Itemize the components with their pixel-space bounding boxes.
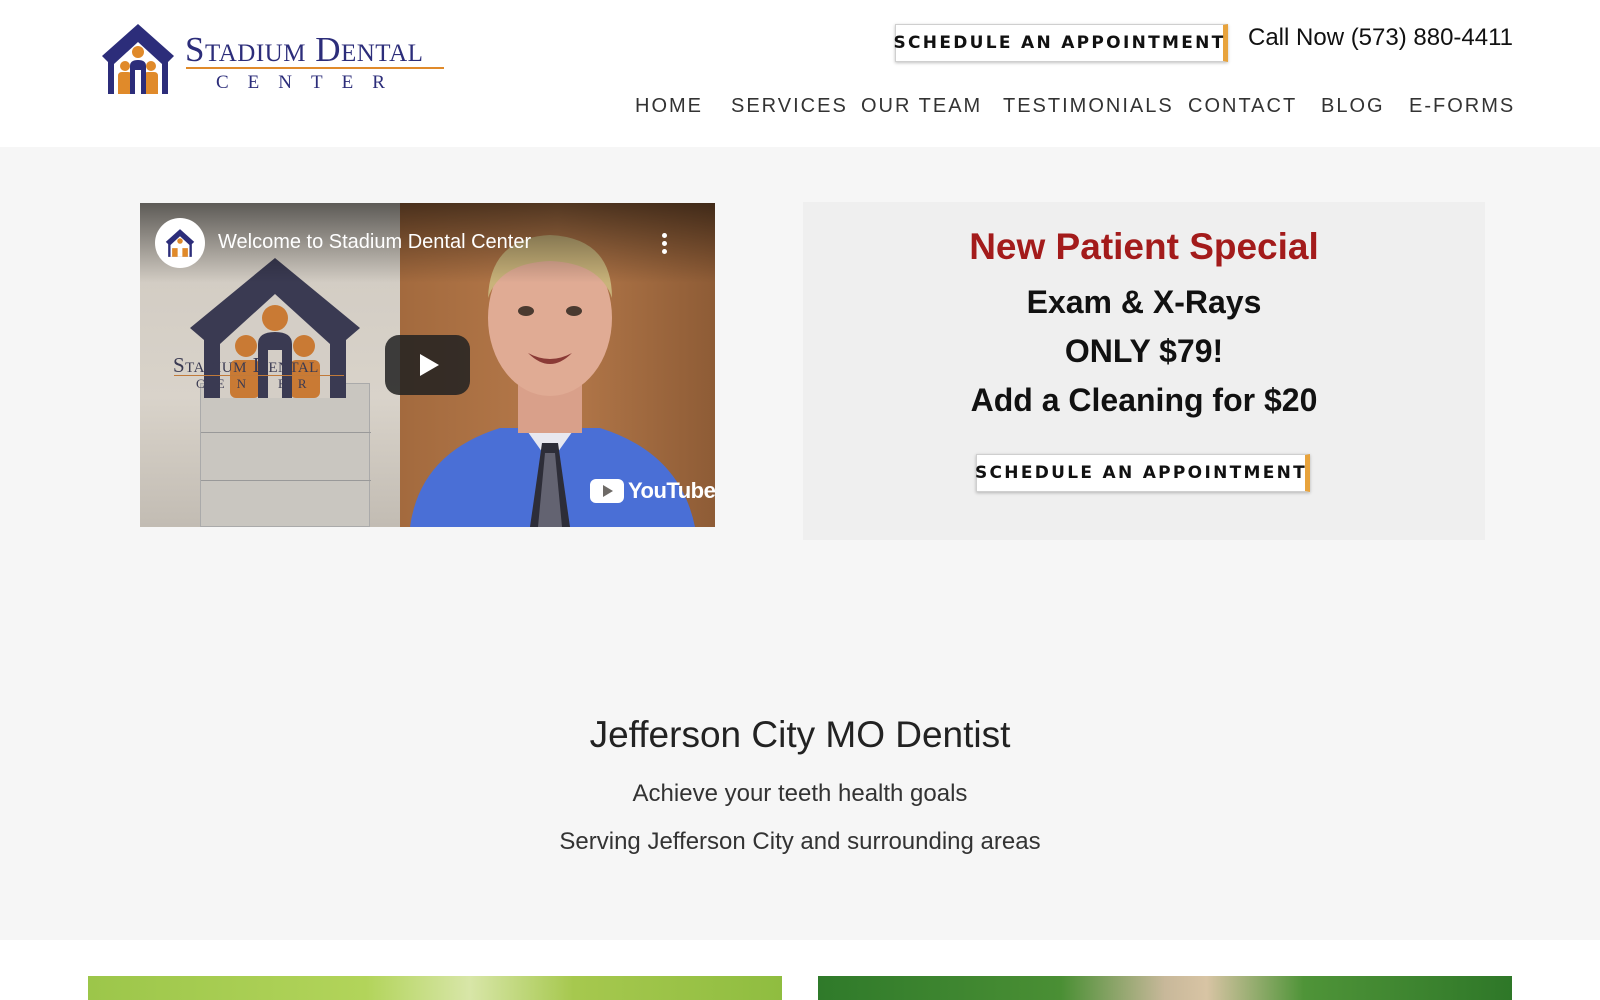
nav-testimonials[interactable]: TESTIMONIALS <box>1003 95 1174 118</box>
special-line-cleaning: Add a Cleaning for $20 <box>970 382 1318 418</box>
video-scene-cabinet <box>200 383 371 527</box>
youtube-wordmark: YouTube <box>628 478 715 503</box>
video-logo-subname: CENTER <box>196 376 319 391</box>
logo-divider <box>186 67 444 69</box>
nav-contact[interactable]: CONTACT <box>1188 95 1297 118</box>
house-logo-icon <box>102 24 174 94</box>
more-vert-icon[interactable] <box>662 233 668 257</box>
logo[interactable]: Stadium Dental CENTER <box>100 22 450 100</box>
special-line-price: ONLY $79! <box>1064 333 1224 369</box>
youtube-watermark[interactable]: YouTube <box>590 478 715 504</box>
special-title: New Patient Special <box>969 226 1319 267</box>
video-title[interactable]: Welcome to Stadium Dental Center <box>218 231 531 254</box>
main-nav: HOME SERVICES OUR TEAM TESTIMONIALS CONT… <box>0 95 1600 125</box>
schedule-appointment-button[interactable]: SCHEDULE AN APPOINTMENT <box>893 24 1228 62</box>
youtube-icon <box>590 479 624 503</box>
nav-blog[interactable]: BLOG <box>1321 95 1385 118</box>
new-patient-special-card: New Patient Special Exam & X-Rays ONLY $… <box>803 202 1485 540</box>
intro-title: Jefferson City MO Dentist <box>589 714 1011 755</box>
nav-services[interactable]: SERVICES <box>731 95 848 118</box>
logo-subname: CENTER <box>216 72 404 93</box>
feature-image-right <box>818 976 1512 1000</box>
special-schedule-appointment-button[interactable]: SCHEDULE AN APPOINTMENT <box>975 454 1310 492</box>
nav-our-team[interactable]: OUR TEAM <box>861 95 982 118</box>
special-line-exam: Exam & X-Rays <box>1026 284 1262 320</box>
nav-e-forms[interactable]: E-FORMS <box>1409 95 1515 118</box>
play-button[interactable] <box>385 335 470 395</box>
play-icon <box>419 354 439 376</box>
site-header: Stadium Dental CENTER SCHEDULE AN APPOIN… <box>0 0 1600 147</box>
intro-subtitle-serving: Serving Jefferson City and surrounding a… <box>559 828 1041 855</box>
channel-avatar-icon[interactable] <box>155 218 205 268</box>
intro-subtitle-goals: Achieve your teeth health goals <box>632 780 968 807</box>
nav-home[interactable]: HOME <box>635 95 703 118</box>
logo-name: Stadium Dental <box>185 30 424 69</box>
feature-image-left <box>88 976 782 1000</box>
video-embed[interactable]: Stadium Dental CENTER Welcome to Stadium… <box>140 203 715 527</box>
call-now-link[interactable]: Call Now (573) 880-4411 <box>1248 24 1513 52</box>
